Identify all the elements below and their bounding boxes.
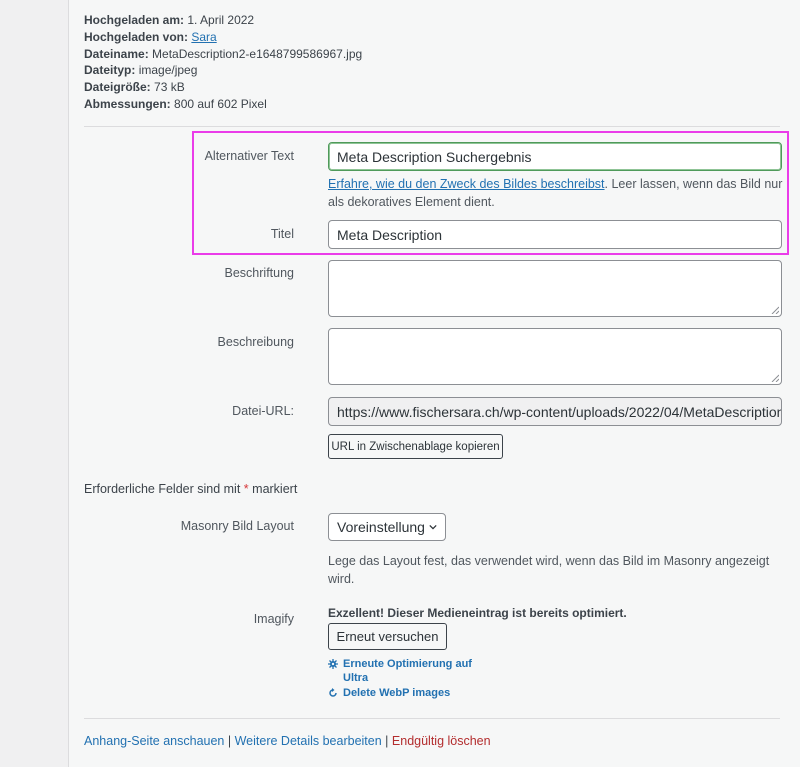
- required-text: Erforderliche Felder sind mit: [84, 482, 241, 496]
- view-attachment-link[interactable]: Anhang-Seite anschauen: [84, 734, 224, 748]
- masonry-layout-help: Lege das Layout fest, das verwendet wird…: [328, 554, 770, 586]
- masonry-layout-value: Voreinstellung: [337, 519, 425, 535]
- separator-bottom: [84, 718, 780, 719]
- chevron-down-icon: [429, 524, 437, 530]
- resize-grip-icon[interactable]: [771, 306, 779, 314]
- filename-label: Dateiname:: [84, 46, 149, 61]
- uploaded-on-value: 1. April 2022: [187, 13, 255, 27]
- filesize-label: Dateigröße:: [84, 80, 151, 95]
- reoptimize-ultra-text: Erneute Optimierung auf Ultra: [343, 658, 472, 684]
- edit-details-link[interactable]: Weitere Details bearbeiten: [235, 734, 382, 748]
- masonry-layout-label: Masonry Bild Layout: [180, 519, 294, 533]
- action-separator: |: [227, 734, 232, 748]
- imagify-status: Exzellent! Dieser Medieneintrag ist bere…: [328, 606, 627, 620]
- filetype-row: Dateityp: image/jpeg: [84, 62, 362, 79]
- retry-optimize-button[interactable]: Erneut versuchen: [328, 623, 447, 650]
- required-fields-note: Erforderliche Felder sind mit * markiert: [84, 482, 297, 496]
- file-url-label: Datei-URL:: [232, 404, 294, 418]
- delete-webp-link[interactable]: Delete WebP images: [328, 686, 450, 700]
- description-textarea[interactable]: [328, 328, 782, 385]
- uploaded-by-row: Hochgeladen von: Sara: [84, 29, 362, 46]
- filesize-value: 73 kB: [154, 80, 185, 95]
- caption-label: Beschriftung: [224, 266, 294, 280]
- highlight-annotation-box: [192, 131, 789, 255]
- refresh-icon: [329, 688, 337, 697]
- filename-row: Dateiname: MetaDescription2-e16487995869…: [84, 46, 362, 63]
- file-info: Hochgeladen am: 1. April 2022 Hochgelade…: [84, 12, 362, 113]
- copy-url-button[interactable]: URL in Zwischenablage kopieren: [328, 434, 503, 459]
- resize-grip-icon[interactable]: [771, 374, 779, 382]
- dimensions-row: Abmessungen: 800 auf 602 Pixel: [84, 96, 362, 113]
- filetype-label: Dateityp:: [84, 63, 136, 78]
- uploaded-on-label: Hochgeladen am:: [84, 13, 185, 27]
- action-separator: |: [385, 734, 389, 748]
- filename-value: MetaDescription2-e1648799586967.jpg: [152, 46, 363, 61]
- uploaded-by-label: Hochgeladen von:: [84, 29, 189, 44]
- dimensions-value: 800 auf 602 Pixel: [174, 96, 267, 111]
- filesize-row: Dateigröße: 73 kB: [84, 79, 362, 96]
- uploaded-on-row: Hochgeladen am: 1. April 2022: [84, 12, 362, 29]
- description-label: Beschreibung: [217, 335, 294, 349]
- separator-top: [84, 126, 780, 127]
- required-suffix: markiert: [252, 482, 298, 496]
- file-url-value: https://www.fischersara.ch/wp-content/up…: [337, 403, 782, 420]
- masonry-layout-select[interactable]: Voreinstellung: [328, 513, 446, 541]
- gear-icon: [328, 659, 338, 669]
- delete-webp-text: Delete WebP images: [343, 687, 451, 699]
- left-sidebar-edge: [0, 0, 69, 767]
- filetype-value: image/jpeg: [138, 63, 198, 78]
- dimensions-label: Abmessungen:: [84, 96, 171, 111]
- required-star: *: [243, 482, 249, 496]
- uploader-link[interactable]: Sara: [191, 30, 216, 44]
- attachment-actions: Anhang-Seite anschauen | Weitere Details…: [84, 734, 491, 748]
- caption-textarea[interactable]: [328, 260, 782, 317]
- imagify-label: Imagify: [253, 612, 294, 626]
- reoptimize-ultra-link[interactable]: Erneute Optimierung auf Ultra: [328, 657, 478, 685]
- delete-permanently-link[interactable]: Endgültig löschen: [392, 734, 491, 748]
- file-url-input[interactable]: https://www.fischersara.ch/wp-content/up…: [328, 397, 782, 426]
